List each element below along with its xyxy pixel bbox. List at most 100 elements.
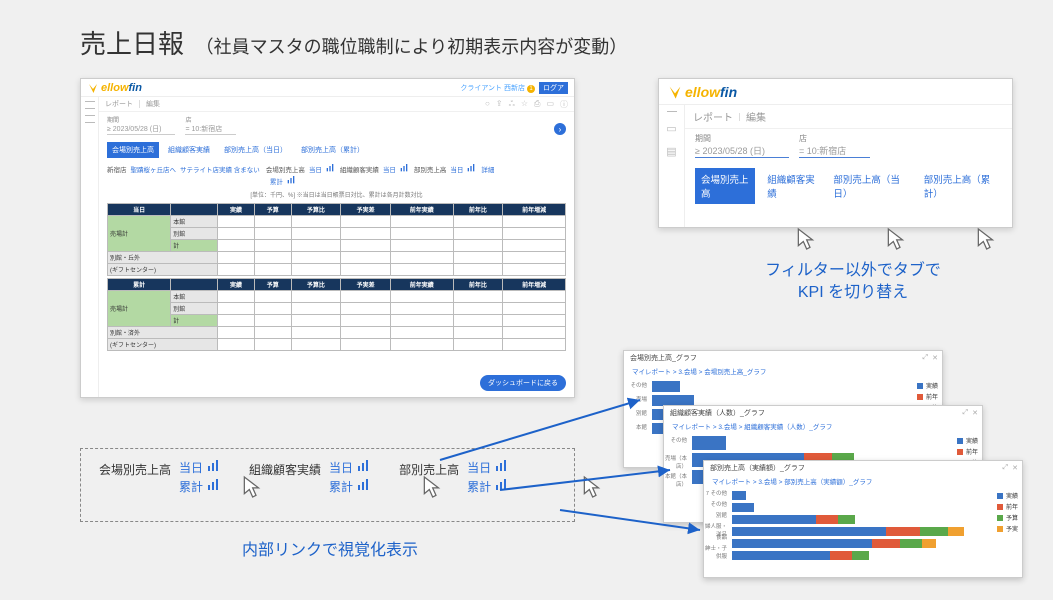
folder-icon[interactable]: ▭ [666,122,676,135]
table-row-group: 売場計 [108,216,171,252]
crumb-report[interactable]: レポート [105,99,133,109]
cursor-icon [581,475,601,499]
close-icon[interactable]: ✕ [972,409,978,417]
cursor-icon [975,227,995,251]
chart-icon[interactable] [287,176,295,186]
link-org-total[interactable]: 累計 [329,478,353,495]
expand-icon[interactable]: ⤢ [963,409,969,417]
cursor-icon [885,227,905,251]
chart-icon[interactable] [357,479,369,494]
tab-dept-today[interactable]: 部別売上高（当日） [219,142,292,158]
rail-icon[interactable] [85,115,95,116]
rail-icon[interactable] [85,108,95,109]
print-icon[interactable]: ⎙ [534,99,540,110]
expand-icon[interactable]: ⤢ [1003,464,1009,472]
cursor-icon [795,227,815,251]
chart-icon[interactable] [207,460,219,475]
filter-store[interactable]: 店 = 10:新宿店 [799,133,870,158]
link-org-today[interactable]: 当日 [383,164,396,174]
brand-icon [87,82,99,94]
left-rail [81,97,99,397]
rss-icon[interactable]: ஃ [509,99,515,110]
tab-venue-sales[interactable]: 会場別売上高 [695,168,755,204]
chart-dept-sales: ⤢✕ 部別売上高（実績額）_グラフ マイレポート > 3.会場 > 部別売上高（… [703,460,1023,578]
report-panel: ellowfin クライアント 西新店1 ログア レポート 編集 ○ ⇪ ஃ ☆… [80,78,575,398]
chart-icon[interactable] [400,164,408,174]
brand-icon [667,84,683,100]
chart-icon[interactable] [495,479,507,494]
chart-icon[interactable] [467,164,475,174]
tab-org-customer[interactable]: 組織顧客実績 [163,142,215,158]
crumb-edit[interactable]: 編集 [746,109,766,124]
action-icon[interactable]: ○ [485,99,490,110]
chart-breadcrumb[interactable]: マイレポート > 3.会場 > 組織顧客実績（人数）_グラフ [664,420,982,432]
link-org-today[interactable]: 当日 [329,459,353,476]
page-title: 売上日報 （社員マスタの職位職制により初期表示内容が変動） [80,24,627,61]
table-total: 累計 実績予算 予算比予実差 前年実績前年比 前年増減 売場計本館 別館 計 別… [107,278,566,351]
expand-icon[interactable]: ⤢ [923,354,929,362]
kpi-tabs-zoom: 会場別売上高 組織顧客実績 部別売上高（当日） 部別売上高（累計） [685,162,1012,210]
yellowfin-logo: ellowfin [87,82,142,94]
crumb-edit[interactable]: 編集 [146,99,160,109]
chart-breadcrumb[interactable]: マイレポート > 3.会場 > 会場別売上高_グラフ [624,365,942,377]
page-title-sub: （社員マスタの職位職制により初期表示内容が変動） [196,37,628,57]
link-detail[interactable]: 詳細 [481,164,494,174]
rail-icon[interactable] [85,122,95,123]
unit-note: [単位：千円、%] ※当日は当日帳票日対比、累計は各月計数対比 [99,188,574,201]
filter-period[interactable]: 期間 ≥ 2023/05/28 (日) [695,133,789,158]
tab-dept-total[interactable]: 部別売上高（累計） [296,142,369,158]
close-icon[interactable]: ✕ [1012,464,1018,472]
info-icon[interactable]: ⓘ [560,99,568,110]
tab-org-customer[interactable]: 組織顧客実績 [761,168,821,204]
apply-filter-button[interactable]: › [554,123,566,135]
menu-icon[interactable] [667,111,677,112]
tab-venue-sales[interactable]: 会場別売上高 [107,142,159,158]
back-to-dashboard-button[interactable]: ダッシュボードに戻る [480,375,566,391]
filter-store[interactable]: 店 = 10:新宿店 [185,115,236,135]
chart-popouts: ⤢✕ 会場別売上高_グラフ マイレポート > 3.会場 > 会場別売上高_グラフ… [623,350,1023,580]
caption-tab-switch: フィルター以外でタブで KPI を切り替え [713,260,993,305]
cursor-icon [421,475,441,499]
chart-icon[interactable] [495,460,507,475]
link-dept-today[interactable]: 当日 [467,459,491,476]
toolbar-icons: ○ ⇪ ஃ ☆ ⎙ ▭ ⓘ [485,99,568,110]
topbar: ellowfin クライアント 西新店1 ログア [81,79,574,97]
cursor-icon [241,475,261,499]
link-venue-today[interactable]: 当日 [179,459,203,476]
link-dept-total[interactable]: 累計 [467,478,491,495]
filter-period[interactable]: 期間 ≥ 2023/05/28 (日) [107,115,175,135]
filter-icon[interactable]: ▤ [666,145,676,158]
link-exclude-sat[interactable]: サテライト店実績 含まない [180,164,260,174]
close-icon[interactable]: ✕ [932,354,938,362]
link-venue-total[interactable]: 累計 [179,478,203,495]
display-icon[interactable]: ▭ [546,99,554,110]
tab-dept-today[interactable]: 部別売上高（当日） [827,168,911,204]
grp-venue-label: 会場別売上高 [99,459,171,478]
notification-badge-icon[interactable]: 1 [527,85,535,93]
share-icon[interactable]: ⇪ [496,99,503,110]
client-label[interactable]: クライアント 西新店1 [460,83,535,93]
crumb-report[interactable]: レポート [693,109,733,124]
link-dept-today[interactable]: 当日 [450,164,463,174]
link-venue-total[interactable]: 累計 [270,176,283,186]
inline-links-row: 新宿店 聖蹟桜ヶ丘店へ サテライト店実績 含まない 会場別売上高 当日 組織顧客… [99,162,574,176]
chart-icon[interactable] [207,479,219,494]
filter-row: 期間 ≥ 2023/05/28 (日) 店 = 10:新宿店 › [99,112,574,138]
inline-links-callout: 会場別売上高 当日 累計 組織顧客実績 当日 累計 部別売上高 当日 累計 [80,448,575,522]
chart-icon[interactable] [326,164,334,174]
chart-breadcrumb[interactable]: マイレポート > 3.会場 > 部別売上高（実績額）_グラフ [704,475,1022,487]
logout-button[interactable]: ログア [539,82,568,94]
link-venue-today[interactable]: 当日 [309,164,322,174]
menu-icon[interactable] [85,101,95,102]
star-icon[interactable]: ☆ [521,99,528,110]
breadcrumb: レポート 編集 ○ ⇪ ஃ ☆ ⎙ ▭ ⓘ [99,97,574,112]
store-name: 新宿店 [107,164,127,174]
page-title-main: 売上日報 [80,29,184,59]
table-today: 当日 実績予算 予算比予実差 前年実績前年比 前年増減 売場計本館 別館 計 別… [107,203,566,276]
link-other-store[interactable]: 聖蹟桜ヶ丘店へ [131,164,177,174]
yellowfin-logo: ellowfin [667,84,737,100]
kpi-tabs: 会場別売上高 組織顧客実績 部別売上高（当日） 部別売上高（累計） [99,138,574,162]
chart-icon[interactable] [357,460,369,475]
zoom-header-panel: ellowfin ▭ ▤ レポート 編集 期間 ≥ 2023/05/28 (日)… [658,78,1013,228]
tab-dept-total[interactable]: 部別売上高（累計） [918,168,1002,204]
